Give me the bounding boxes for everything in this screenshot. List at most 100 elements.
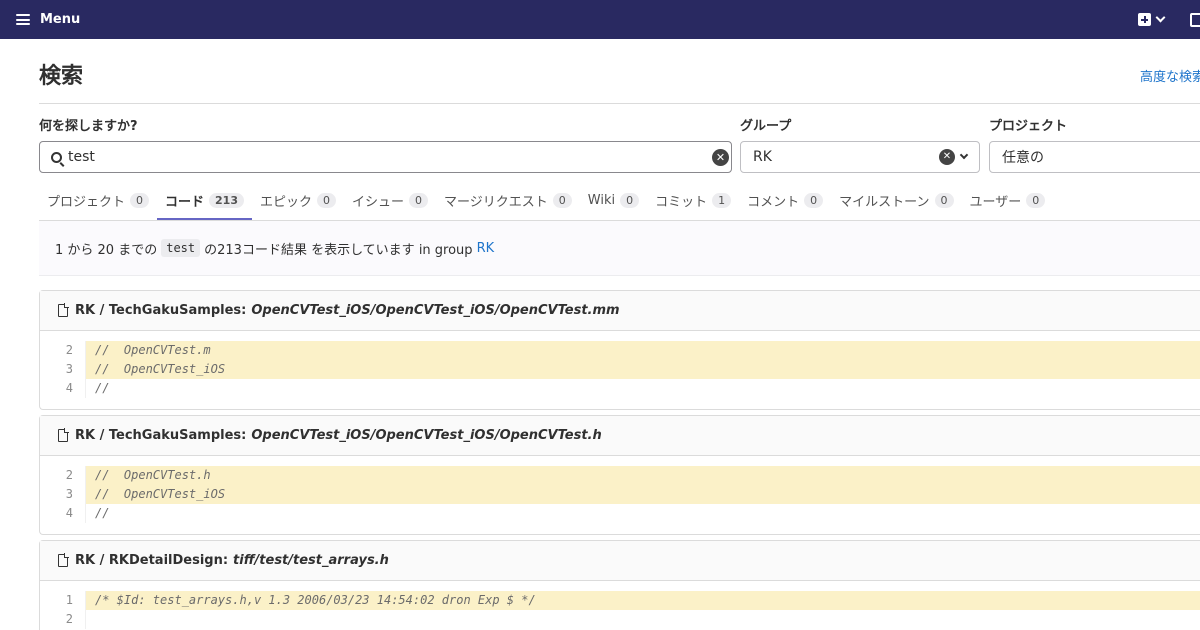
result-header[interactable]: RK / TechGakuSamples: OpenCVTest_iOS/Ope…: [40, 416, 1200, 456]
project-select-value: 任意の: [1002, 150, 1044, 166]
result-project[interactable]: RK / RKDetailDesign:: [75, 553, 228, 568]
search-field: ✕: [39, 141, 732, 173]
tab-label: コード: [165, 194, 205, 210]
code-snippet: 1/* $Id: test_arrays.h,v 1.3 2006/03/23 …: [40, 581, 1200, 629]
top-navbar: Menu: [0, 0, 1200, 39]
line-number[interactable]: 2: [40, 341, 86, 360]
tab-label: プロジェクト: [47, 194, 126, 210]
tab-label: マージリクエスト: [444, 194, 548, 210]
line-content: //: [95, 506, 110, 520]
summary-middle: の213コード結果 を表示しています in group: [204, 242, 473, 258]
tab-code[interactable]: コード 213: [157, 180, 252, 220]
search-result: RK / TechGakuSamples: OpenCVTest_iOS/Ope…: [39, 290, 1200, 410]
code-snippet: 2// OpenCVTest.h 3// OpenCVTest_iOS 4 //: [40, 456, 1200, 523]
code-line: 2// OpenCVTest.m: [40, 341, 1200, 360]
tab-label: イシュー: [352, 194, 405, 210]
search-icon: [51, 151, 62, 163]
tab-issues[interactable]: イシュー 0: [344, 180, 436, 220]
line-number[interactable]: 2: [40, 466, 86, 485]
tab-merge-requests[interactable]: マージリクエスト 0: [436, 180, 580, 220]
chevron-down-icon: [959, 150, 969, 160]
tab-wiki[interactable]: Wiki 0: [580, 180, 647, 220]
project-select[interactable]: 任意の: [989, 141, 1200, 173]
result-project[interactable]: RK / TechGakuSamples:: [75, 428, 246, 443]
result-file-path[interactable]: OpenCVTest_iOS/OpenCVTest_iOS/OpenCVTest…: [251, 303, 619, 318]
code-line: 3// OpenCVTest_iOS: [40, 360, 1200, 379]
count-badge: 0: [317, 192, 337, 208]
count-badge: 1: [712, 192, 732, 208]
tab-label: エピック: [260, 194, 313, 210]
search-result: RK / TechGakuSamples: OpenCVTest_iOS/Ope…: [39, 415, 1200, 535]
count-badge: 0: [409, 192, 429, 208]
tab-epics[interactable]: エピック 0: [252, 180, 344, 220]
result-file-path[interactable]: OpenCVTest_iOS/OpenCVTest_iOS/OpenCVTest…: [251, 428, 601, 443]
count-badge: 0: [1026, 192, 1046, 208]
search-result: RK / RKDetailDesign: tiff/test/test_arra…: [39, 540, 1200, 630]
file-icon: [58, 428, 69, 442]
line-content: // OpenCVTest_iOS: [86, 360, 1200, 379]
count-badge: 213: [209, 192, 244, 208]
count-badge: 0: [130, 192, 150, 208]
code-line: 1/* $Id: test_arrays.h,v 1.3 2006/03/23 …: [40, 591, 1200, 610]
code-line: 4 //: [40, 504, 1200, 523]
result-project[interactable]: RK / TechGakuSamples:: [75, 303, 246, 318]
line-number[interactable]: 3: [40, 360, 86, 379]
line-number[interactable]: 4: [40, 379, 86, 398]
tab-label: マイルストーン: [839, 194, 930, 210]
tab-label: コミット: [655, 194, 708, 210]
tab-comments[interactable]: コメント 0: [739, 180, 831, 220]
tab-commits[interactable]: コミット 1: [647, 180, 739, 220]
code-line: 2// OpenCVTest.h: [40, 466, 1200, 485]
clear-group-icon[interactable]: ✕: [939, 149, 955, 165]
scope-tabs: プロジェクト 0 コード 213 エピック 0 イシュー 0 マージリクエスト 0 Wik…: [39, 180, 1053, 220]
count-badge: 0: [552, 192, 572, 208]
code-line: 2: [40, 610, 1200, 629]
divider: [39, 103, 1200, 104]
summary-group-link[interactable]: RK: [477, 241, 495, 256]
project-filter-label: プロジェクト: [989, 119, 1068, 134]
search-input[interactable]: [68, 149, 712, 165]
line-number[interactable]: 4: [40, 504, 86, 523]
summary-prefix: 1 から 20 までの: [55, 242, 158, 258]
create-new-icon[interactable]: [1138, 13, 1151, 26]
line-content: [86, 610, 1200, 629]
tab-milestones[interactable]: マイルストーン 0: [831, 180, 961, 220]
count-badge: 0: [620, 192, 640, 208]
result-header[interactable]: RK / TechGakuSamples: OpenCVTest_iOS/Ope…: [40, 291, 1200, 331]
count-badge: 0: [804, 192, 824, 208]
results-summary: 1 から 20 までの test の213コード結果 を表示しています in g…: [39, 221, 1200, 276]
tab-label: コメント: [747, 194, 800, 210]
menu-label: Menu: [40, 12, 81, 27]
count-badge: 0: [934, 192, 954, 208]
tab-projects[interactable]: プロジェクト 0: [39, 180, 157, 220]
code-line: 4 //: [40, 379, 1200, 398]
line-number[interactable]: 1: [40, 591, 86, 610]
menu-button[interactable]: Menu: [16, 12, 80, 27]
tab-label: Wiki: [587, 192, 616, 208]
tab-label: ユーザー: [969, 194, 1022, 210]
group-filter-label: グループ: [740, 119, 792, 134]
result-file-path[interactable]: tiff/test/test_arrays.h: [233, 553, 389, 568]
advanced-search-link[interactable]: 高度な検索: [1140, 66, 1200, 85]
result-header[interactable]: RK / RKDetailDesign: tiff/test/test_arra…: [40, 541, 1200, 581]
page-title: 検索: [39, 64, 84, 89]
chevron-down-icon[interactable]: [1155, 12, 1166, 23]
tab-users[interactable]: ユーザー 0: [962, 180, 1054, 220]
search-query-label: 何を探しますか?: [39, 119, 138, 134]
file-icon: [58, 303, 69, 317]
issues-icon[interactable]: [1190, 12, 1200, 27]
hamburger-icon: [16, 14, 30, 25]
code-snippet: 2// OpenCVTest.m 3// OpenCVTest_iOS 4 //: [40, 331, 1200, 398]
line-content: // OpenCVTest_iOS: [86, 485, 1200, 504]
clear-search-icon[interactable]: ✕: [712, 148, 729, 166]
line-number[interactable]: 3: [40, 485, 86, 504]
summary-term: test: [161, 239, 201, 257]
group-select-value: RK: [753, 149, 772, 165]
line-content: // OpenCVTest.h: [86, 466, 1200, 485]
line-content: //: [95, 381, 110, 395]
group-select[interactable]: RK ✕: [740, 141, 980, 173]
line-number[interactable]: 2: [40, 610, 86, 629]
line-content: /* $Id: test_arrays.h,v 1.3 2006/03/23 1…: [86, 591, 1200, 610]
code-line: 3// OpenCVTest_iOS: [40, 485, 1200, 504]
file-icon: [58, 553, 69, 567]
